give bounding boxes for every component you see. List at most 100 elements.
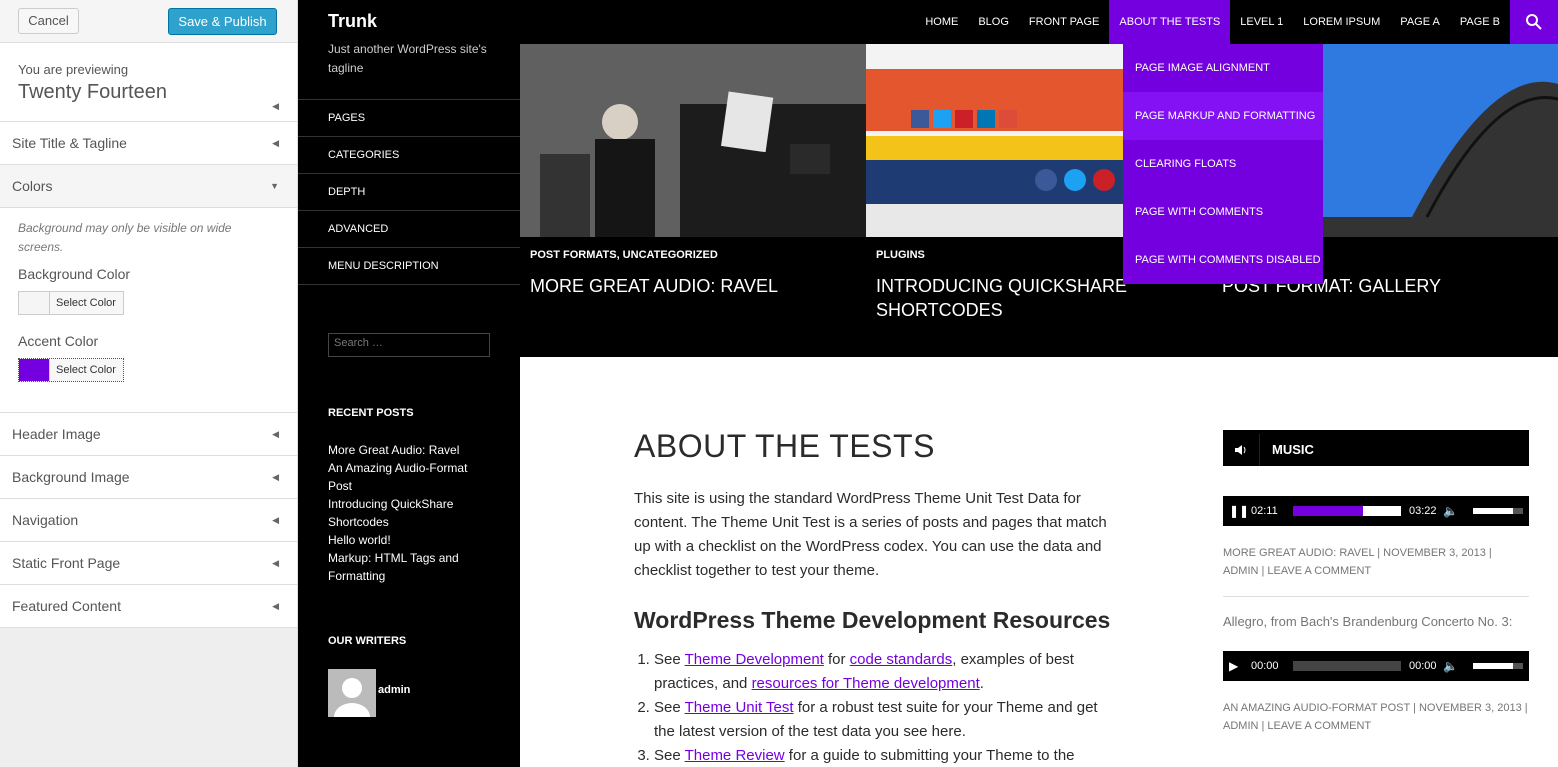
customizer-header: Cancel Save & Publish	[0, 0, 297, 43]
volume-icon[interactable]: 🔈	[1443, 659, 1465, 673]
recent-post-link[interactable]: Hello world!	[328, 531, 488, 549]
caret-left-icon: ◀	[272, 601, 279, 611]
main-content: ABOUT THE TESTS This site is using the s…	[634, 428, 1114, 767]
current-time: 02:11	[1251, 505, 1278, 517]
nav-lorem-ipsum[interactable]: LOREM IPSUM	[1293, 0, 1390, 44]
theme-name: Twenty Fourteen	[18, 81, 167, 103]
resources-heading: WordPress Theme Development Resources	[634, 607, 1111, 633]
accent-color-picker[interactable]: Select Color	[18, 358, 124, 382]
featured-title[interactable]: MORE GREAT AUDIO: RAVEL	[530, 274, 830, 298]
section-label: Header Image	[12, 426, 101, 442]
select-color-label: Select Color	[56, 364, 116, 376]
search-toggle[interactable]	[1510, 0, 1558, 44]
site-header: Trunk HOME BLOG FRONT PAGE ABOUT THE TES…	[298, 0, 1558, 44]
section-static-front-page[interactable]: Static Front Page ◀	[0, 542, 297, 585]
list-item: See Theme Development for code standards…	[654, 648, 1114, 696]
nav-page-a[interactable]: PAGE A	[1390, 0, 1450, 44]
section-label: Background Image	[12, 469, 130, 485]
cancel-button[interactable]: Cancel	[18, 8, 79, 34]
nav-home[interactable]: HOME	[915, 0, 968, 44]
featured-category[interactable]: PLUGINS	[876, 249, 925, 261]
recent-post-link[interactable]: Introducing QuickShare Shortcodes	[328, 495, 488, 531]
writer-name[interactable]: admin	[378, 684, 410, 696]
recent-post-link[interactable]: More Great Audio: Ravel	[328, 441, 488, 459]
background-color-label: Background Color	[18, 266, 131, 282]
recent-post-link[interactable]: Markup: HTML Tags and Formatting	[328, 549, 488, 585]
music-widget-title: MUSIC	[1259, 434, 1529, 466]
caret-left-icon: ◀	[272, 558, 279, 568]
site-tagline: Just another WordPress site's tagline	[328, 42, 487, 75]
submenu-page-with-comments[interactable]: PAGE WITH COMMENTS	[1123, 188, 1323, 236]
submenu-clearing-floats[interactable]: CLEARING FLOATS	[1123, 140, 1323, 188]
speaker-icon	[1223, 434, 1259, 466]
content-sidebar: MUSIC ❚❚ 02:11 03:22 🔈 MORE GREAT AUDIO:…	[1223, 430, 1529, 735]
accent-color-swatch	[19, 359, 50, 381]
section-colors[interactable]: Colors ▼	[0, 165, 297, 208]
link-theme-development[interactable]: Theme Development	[685, 651, 824, 668]
secondary-menu: PAGES CATEGORIES DEPTH ADVANCED MENU DES…	[298, 99, 520, 285]
audio-caption: Allegro, from Bach's Brandenburg Concert…	[1223, 614, 1513, 629]
select-color-label: Select Color	[56, 297, 116, 309]
primary-nav: HOME BLOG FRONT PAGE ABOUT THE TESTS LEV…	[915, 0, 1510, 44]
volume-slider[interactable]	[1473, 663, 1523, 669]
search-input[interactable]: Search …	[328, 333, 490, 357]
save-publish-button[interactable]: Save & Publish	[168, 8, 277, 35]
caret-left-icon: ◀	[272, 429, 279, 439]
theme-preview-info[interactable]: You are previewing Twenty Fourteen ◀	[0, 43, 297, 122]
background-color-picker[interactable]: Select Color	[18, 291, 124, 315]
link-theme-resources[interactable]: resources for Theme development	[752, 675, 980, 692]
customizer-panel: Cancel Save & Publish You are previewing…	[0, 0, 298, 767]
search-icon	[1526, 14, 1542, 30]
section-site-title[interactable]: Site Title & Tagline ◀	[0, 122, 297, 165]
menu-item-advanced[interactable]: ADVANCED	[298, 211, 520, 248]
current-time: 00:00	[1251, 660, 1279, 672]
audio-player[interactable]: ▶ 00:00 00:00 🔈	[1223, 651, 1529, 681]
pause-icon[interactable]: ❚❚	[1229, 504, 1251, 518]
our-writers-title: OUR WRITERS	[328, 635, 407, 647]
recent-post-link[interactable]: An Amazing Audio-Format Post	[328, 459, 488, 495]
progress-bar[interactable]	[1293, 661, 1401, 671]
featured-image-pianist[interactable]	[520, 44, 866, 237]
volume-slider[interactable]	[1473, 508, 1523, 514]
featured-post[interactable]: POST FORMATS, UNCATEGORIZED MORE GREAT A…	[520, 44, 866, 357]
link-theme-review[interactable]: Theme Review	[685, 747, 785, 764]
nav-blog[interactable]: BLOG	[968, 0, 1019, 44]
caret-down-icon: ▼	[270, 181, 279, 191]
menu-item-pages[interactable]: PAGES	[298, 100, 520, 137]
secondary-sidebar: Just another WordPress site's tagline PA…	[298, 42, 520, 767]
link-theme-unit-test[interactable]: Theme Unit Test	[685, 699, 794, 716]
section-background-image[interactable]: Background Image ◀	[0, 456, 297, 499]
volume-icon[interactable]: 🔈	[1443, 504, 1465, 518]
section-label: Site Title & Tagline	[12, 135, 127, 151]
featured-content: POST FORMATS, UNCATEGORIZED MORE GREAT A…	[520, 44, 1558, 357]
recent-posts-title: RECENT POSTS	[328, 407, 414, 419]
submenu-page-markup-formatting[interactable]: PAGE MARKUP AND FORMATTING	[1123, 92, 1323, 140]
post-meta[interactable]: MORE GREAT AUDIO: RAVEL | NOVEMBER 3, 20…	[1223, 544, 1529, 580]
menu-item-menu-description[interactable]: MENU DESCRIPTION	[298, 248, 520, 285]
nav-level-1[interactable]: LEVEL 1	[1230, 0, 1293, 44]
featured-category[interactable]: POST FORMATS, UNCATEGORIZED	[530, 249, 718, 261]
section-navigation[interactable]: Navigation ◀	[0, 499, 297, 542]
menu-item-categories[interactable]: CATEGORIES	[298, 137, 520, 174]
recent-posts-list: More Great Audio: Ravel An Amazing Audio…	[328, 441, 488, 585]
menu-item-depth[interactable]: DEPTH	[298, 174, 520, 211]
progress-bar[interactable]	[1293, 506, 1401, 516]
avatar[interactable]	[328, 669, 376, 717]
post-meta[interactable]: AN AMAZING AUDIO-FORMAT POST | NOVEMBER …	[1223, 699, 1529, 735]
site-title[interactable]: Trunk	[328, 11, 377, 32]
play-icon[interactable]: ▶	[1229, 659, 1251, 673]
caret-left-icon: ◀	[272, 101, 279, 111]
list-item: See Theme Unit Test for a robust test su…	[654, 696, 1114, 744]
section-label: Navigation	[12, 512, 79, 528]
nav-front-page[interactable]: FRONT PAGE	[1019, 0, 1110, 44]
section-header-image[interactable]: Header Image ◀	[0, 413, 297, 456]
nav-about-the-tests[interactable]: ABOUT THE TESTS	[1109, 0, 1231, 44]
link-code-standards[interactable]: code standards	[850, 651, 953, 668]
accent-color-label: Accent Color	[18, 333, 99, 349]
section-label: Static Front Page	[12, 555, 121, 571]
nav-page-b[interactable]: PAGE B	[1450, 0, 1510, 44]
submenu-page-with-comments-disabled[interactable]: PAGE WITH COMMENTS DISABLED	[1123, 236, 1323, 284]
audio-player[interactable]: ❚❚ 02:11 03:22 🔈	[1223, 496, 1529, 526]
submenu-page-image-alignment[interactable]: PAGE IMAGE ALIGNMENT	[1123, 44, 1323, 92]
section-featured-content[interactable]: Featured Content ◀	[0, 585, 297, 628]
